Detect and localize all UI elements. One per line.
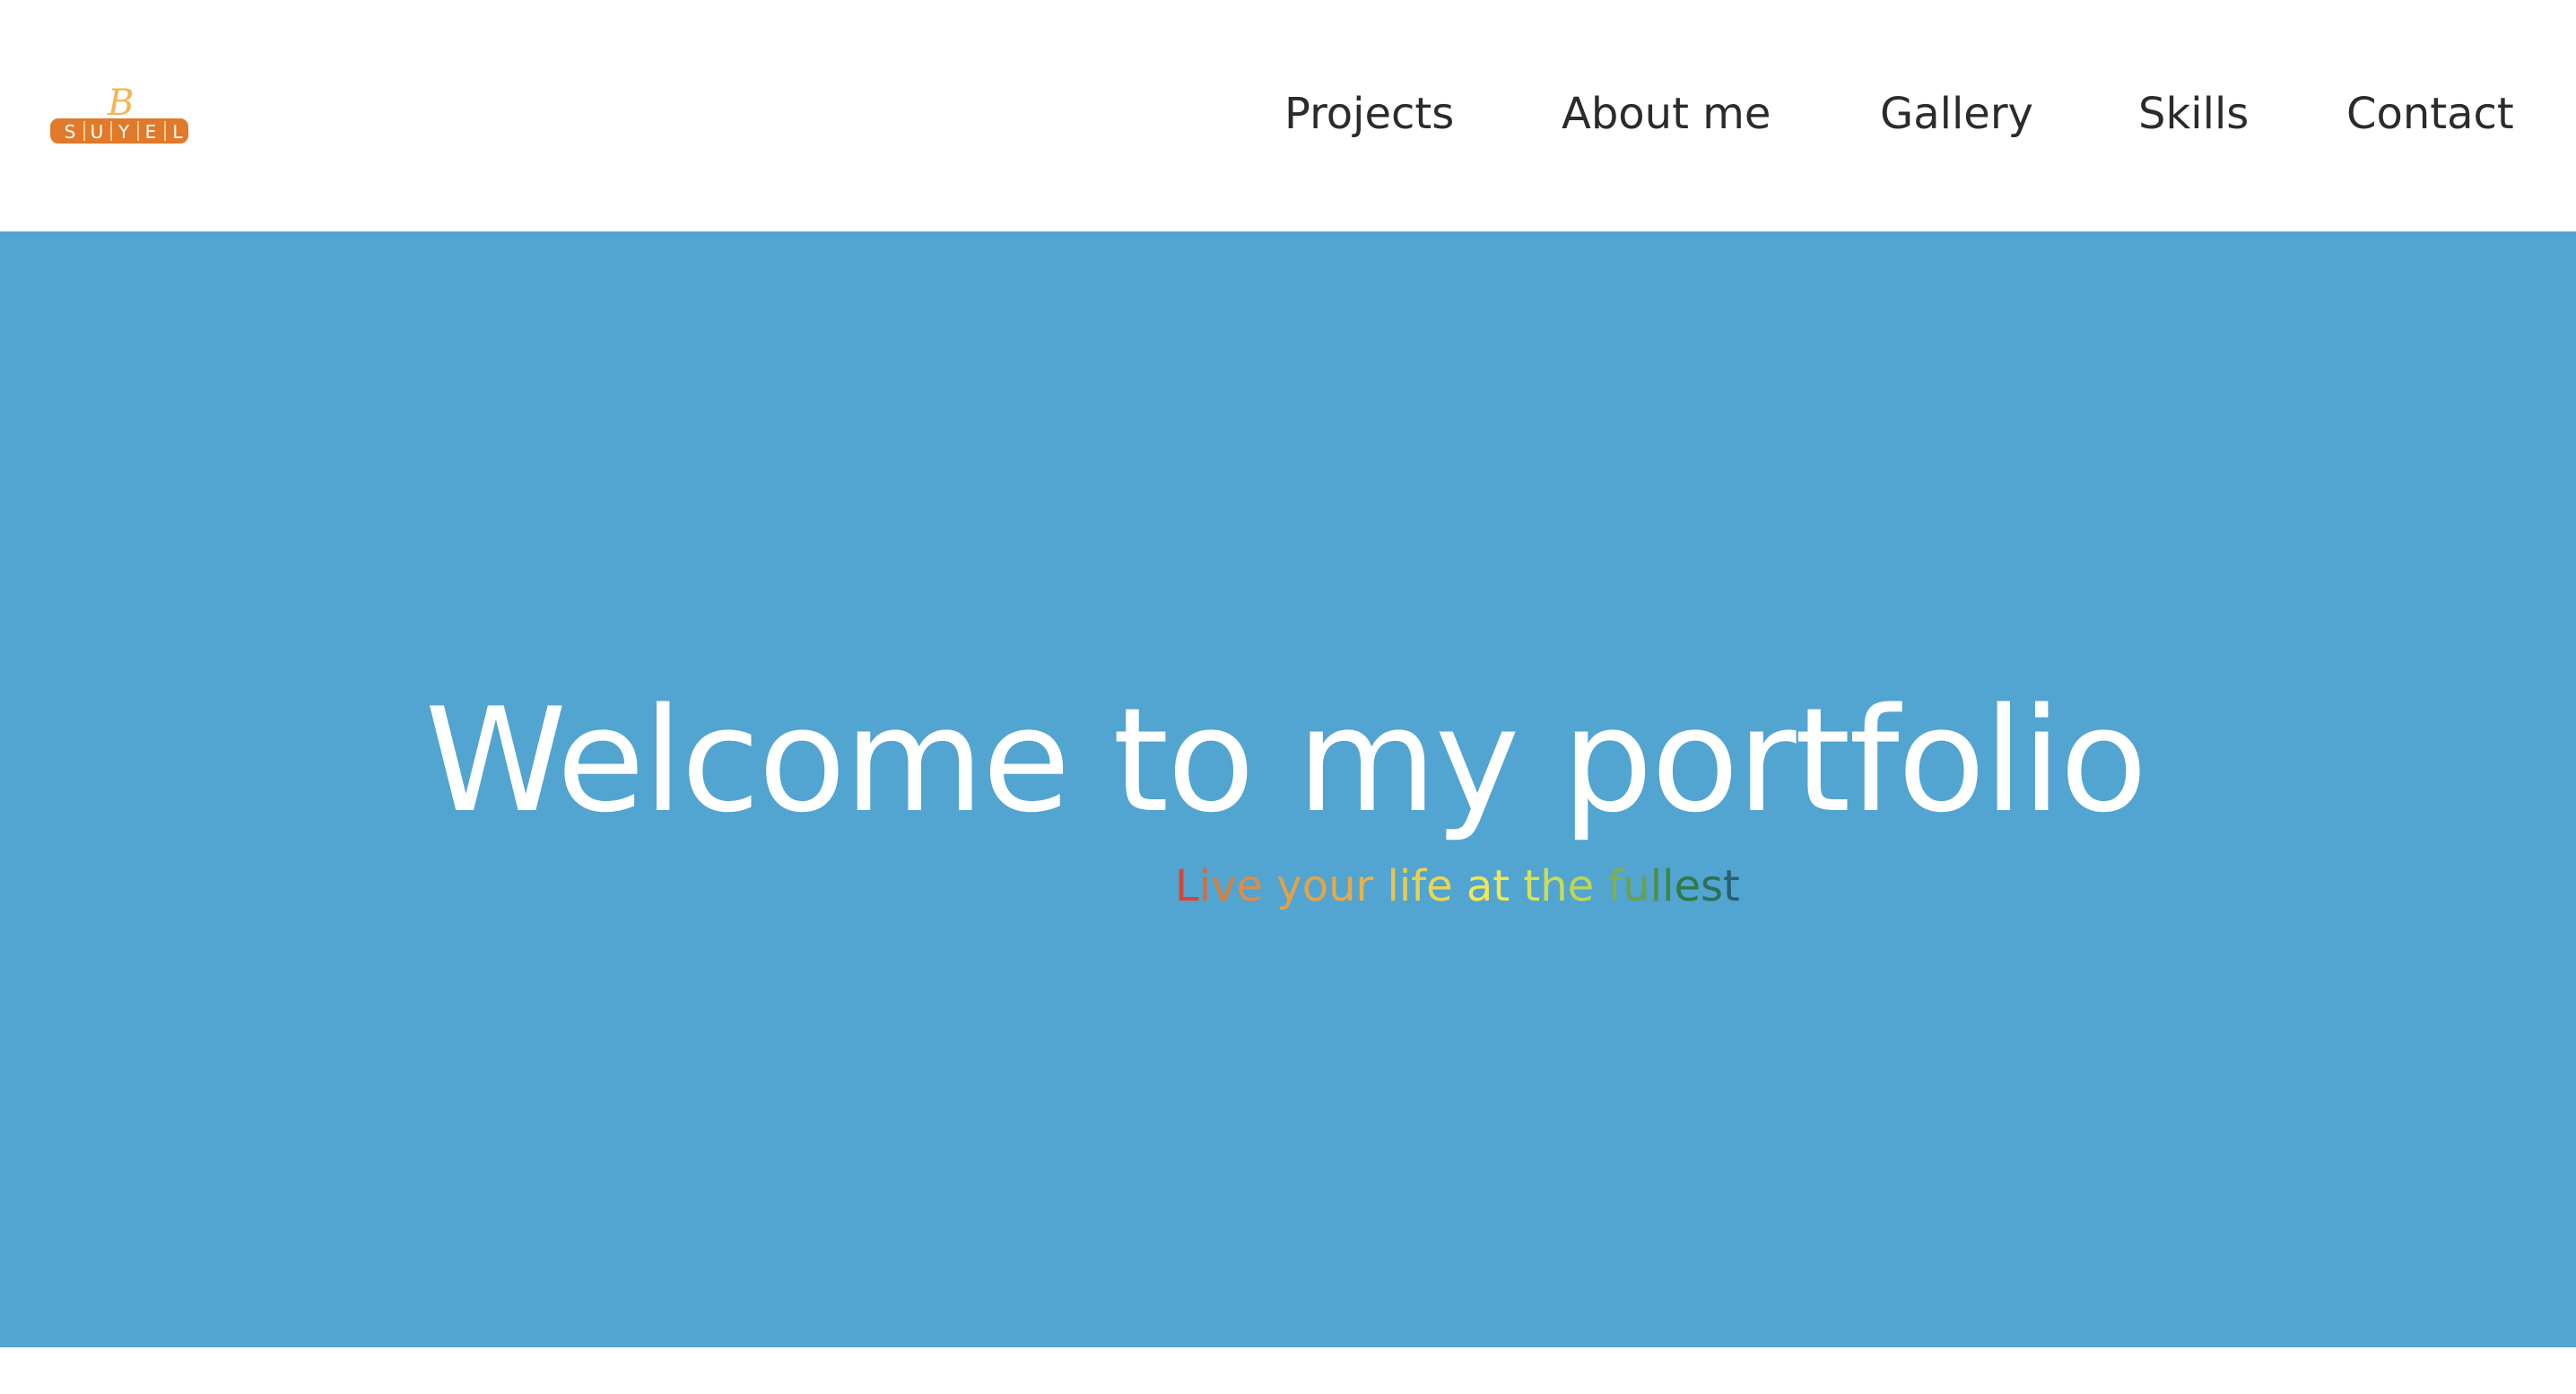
tagline-letter: t bbox=[1523, 861, 1541, 911]
tagline-letter: L bbox=[1175, 861, 1199, 911]
tagline-letter: l bbox=[1662, 861, 1675, 911]
tagline-letter: l bbox=[1649, 861, 1663, 911]
tagline-letter: i bbox=[1398, 861, 1412, 911]
tagline-letter: e bbox=[1426, 861, 1453, 911]
tagline-word: fullest bbox=[1607, 861, 1739, 911]
tagline-word: the bbox=[1523, 861, 1594, 911]
tagline-letter: e bbox=[1236, 861, 1264, 911]
tagline-letter: t bbox=[1493, 861, 1510, 911]
nav-about-me[interactable]: About me bbox=[1562, 87, 1771, 141]
nav-skills[interactable]: Skills bbox=[2138, 87, 2249, 141]
tagline-letter: t bbox=[1723, 861, 1740, 911]
hero-tagline: Live your life at the fullest bbox=[1175, 859, 1740, 913]
tagline-letter: e bbox=[1674, 861, 1701, 911]
tagline-letter: h bbox=[1540, 861, 1568, 911]
tagline-letter: a bbox=[1466, 861, 1493, 911]
tagline-word: Live bbox=[1175, 861, 1263, 911]
tagline-letter: o bbox=[1301, 861, 1329, 911]
tagline-letter: f bbox=[1607, 861, 1623, 911]
tagline-letter: r bbox=[1355, 861, 1374, 911]
tagline-letter: s bbox=[1701, 861, 1724, 911]
page-bottom-strip bbox=[0, 1347, 2576, 1394]
tagline-word: at bbox=[1466, 861, 1510, 911]
tagline-letter: l bbox=[1387, 861, 1399, 911]
tagline-letter: v bbox=[1211, 861, 1237, 911]
nav-gallery[interactable]: Gallery bbox=[1880, 87, 2033, 141]
page: B SUYEL Projects About me Gallery Skills… bbox=[0, 0, 2576, 1394]
nav-projects[interactable]: Projects bbox=[1284, 87, 1454, 141]
tagline-word: life bbox=[1388, 861, 1453, 911]
tagline-letter: i bbox=[1198, 861, 1212, 911]
main-navigation: Projects About me Gallery Skills Contact bbox=[0, 0, 2576, 231]
tagline-letter: u bbox=[1623, 861, 1650, 911]
tagline-word: your bbox=[1276, 861, 1373, 911]
nav-contact[interactable]: Contact bbox=[2346, 87, 2514, 141]
hero-section: Welcome to my portfolio Live your life a… bbox=[0, 231, 2576, 1347]
tagline-letter: y bbox=[1276, 861, 1302, 911]
hero-title: Welcome to my portfolio bbox=[424, 676, 2148, 844]
tagline-letter: e bbox=[1567, 861, 1595, 911]
tagline-letter: f bbox=[1411, 861, 1427, 911]
site-header: B SUYEL Projects About me Gallery Skills… bbox=[0, 0, 2576, 231]
tagline-letter: u bbox=[1328, 861, 1356, 911]
